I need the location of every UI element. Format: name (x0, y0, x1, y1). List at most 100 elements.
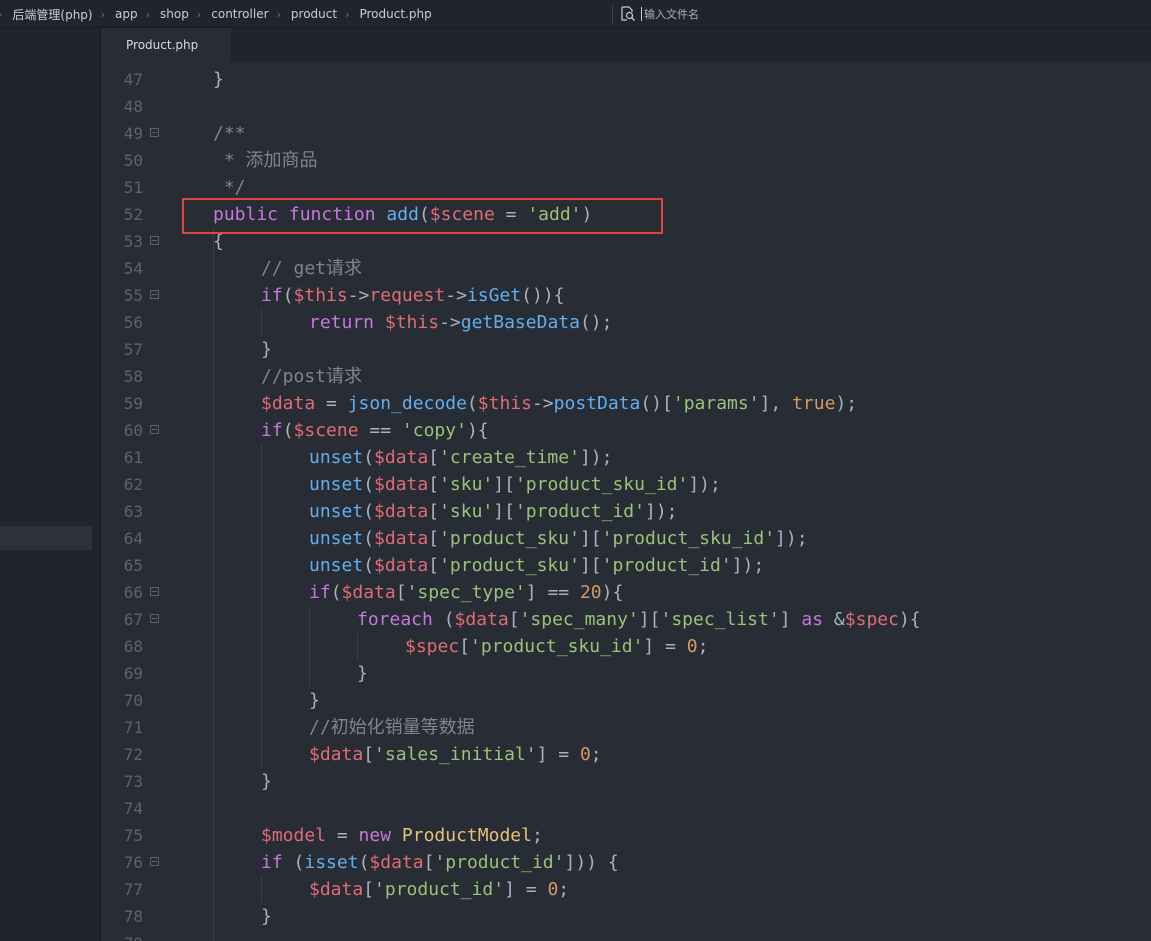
breadcrumb-item-app[interactable]: app (115, 7, 138, 21)
line-number: 64 (123, 529, 143, 548)
code-token: true (792, 393, 836, 414)
code-token: 'product_sku_id' (514, 474, 689, 495)
code-token: $data (261, 393, 316, 414)
tab-product-php[interactable]: Product.php (101, 28, 231, 62)
sidebar (0, 28, 101, 941)
code-token: } (213, 69, 224, 90)
file-search[interactable] (612, 4, 1151, 24)
code-token: $data (374, 501, 429, 522)
line-number: 47 (123, 70, 143, 89)
breadcrumb-item-root[interactable]: 后端管理(php) (12, 6, 92, 23)
line-number: 48 (123, 97, 143, 116)
code-token: unset (309, 501, 364, 522)
line-number: 51 (123, 178, 143, 197)
line-number: 61 (123, 448, 143, 467)
code-token: -> (347, 285, 370, 306)
fold-toggle-icon[interactable] (150, 614, 159, 623)
fold-toggle-icon[interactable] (150, 587, 159, 596)
code-token: 'product_sku_id' (601, 528, 776, 549)
code-token: ] = (504, 879, 548, 900)
code-text: //post请求 (261, 363, 362, 390)
code-token: = (315, 393, 348, 414)
fold-toggle-icon[interactable] (150, 290, 159, 299)
code-token: ){ (601, 582, 624, 603)
code-token: $data (309, 744, 364, 765)
code-text: $data = json_decode($this->postData()['p… (261, 390, 857, 417)
fold-toggle-icon[interactable] (150, 236, 159, 245)
file-name-input[interactable] (642, 7, 846, 21)
highlight-box (182, 198, 663, 234)
code-token: */ (213, 177, 246, 198)
line-number: 69 (123, 664, 143, 683)
file-search-icon (621, 6, 635, 21)
code-text: unset($data['create_time']); (309, 444, 612, 471)
code-token: 'sales_initial' (374, 744, 537, 765)
code-token: 'product_sku' (439, 555, 580, 576)
code-token: [ (428, 528, 440, 549)
code-token: ]); (775, 528, 808, 549)
code-text: unset($data['product_sku']['product_sku_… (309, 525, 808, 552)
line-number: 77 (123, 880, 143, 899)
code-token: 'product_id' (514, 501, 645, 522)
chevron-right-icon: › (196, 7, 202, 21)
code-text: } (309, 687, 320, 714)
code-token: // get请求 (261, 258, 363, 279)
breadcrumb-item-file[interactable]: Product.php (359, 7, 431, 21)
fold-toggle-icon[interactable] (150, 425, 159, 434)
code-token: isGet (466, 285, 522, 306)
code-token: if (261, 420, 283, 441)
code-editor[interactable]: 47} 48 49/** 50 * 添加商品 51 */52 public functio… (101, 62, 1151, 941)
code-token: 'product_id' (374, 879, 505, 900)
line-number: 58 (123, 367, 143, 386)
code-token: [ (395, 582, 407, 603)
code-line: 74 (101, 795, 1151, 822)
code-token: new (358, 825, 392, 846)
fold-toggle-icon[interactable] (150, 857, 159, 866)
code-line: 48 (101, 93, 1151, 120)
code-line: 67 foreach ($data['spec_many']['spec_list… (101, 606, 1151, 633)
code-line: 56 return $this->getBaseData(); (101, 309, 1151, 336)
top-bar: › 后端管理(php) › app › shop › controller › … (0, 0, 1151, 28)
code-token: [ (428, 474, 440, 495)
code-text: } (261, 903, 272, 930)
code-text: /** (213, 120, 246, 147)
code-token: 0 (579, 744, 591, 765)
code-token: ]); (644, 501, 678, 522)
code-line: 50 * 添加商品 (101, 147, 1151, 174)
code-token: & (823, 609, 845, 630)
sidebar-selected-item[interactable] (0, 526, 92, 550)
fold-toggle-icon[interactable] (150, 128, 159, 137)
code-text: if (isset($data['product_id'])) { (261, 849, 619, 876)
code-line: 65 unset($data['product_sku']['product_id… (101, 552, 1151, 579)
code-text: unset($data['product_sku']['product_id']… (309, 552, 764, 579)
code-line: 73} (101, 768, 1151, 795)
code-line: 72 $data['sales_initial'] = 0; (101, 741, 1151, 768)
code-token: 'params' (672, 393, 760, 414)
code-text: } (213, 66, 224, 93)
code-text: unset($data['sku']['product_id']); (309, 498, 678, 525)
code-token: ProductModel (401, 825, 532, 846)
code-token: 'copy' (401, 420, 467, 441)
line-number: 78 (123, 907, 143, 926)
breadcrumb-item-product[interactable]: product (291, 7, 337, 21)
code-token: isset (304, 852, 359, 873)
code-line: 49 /** (101, 120, 1151, 147)
code-token: 'spec_list' (660, 609, 780, 630)
line-number: 62 (123, 475, 143, 494)
breadcrumb-item-shop[interactable]: shop (160, 7, 189, 21)
breadcrumb-item-controller[interactable]: controller (211, 7, 268, 21)
code-token: $this (293, 285, 348, 306)
code-token: ]); (731, 555, 765, 576)
code-text: } (261, 336, 272, 363)
code-token: [ (363, 744, 375, 765)
indent-guide (357, 633, 358, 660)
code-text: */ (213, 174, 246, 201)
code-token: ; (697, 636, 709, 657)
code-token: ] == (525, 582, 580, 603)
line-number: 50 (123, 151, 143, 170)
chevron-right-icon: › (100, 7, 106, 21)
line-number: 74 (123, 799, 143, 818)
code-token: 0 (686, 636, 698, 657)
code-line: 58 //post请求 (101, 363, 1151, 390)
code-token: [ (363, 879, 375, 900)
